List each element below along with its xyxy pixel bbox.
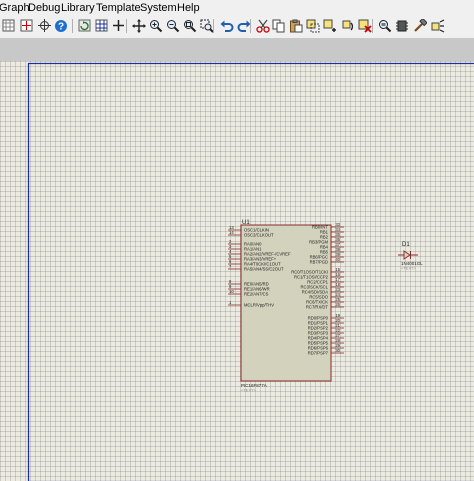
schematic-sheet[interactable]: U1PIC16F877A<TEXT>13OSC1/CLKIN14OSC2/CLK… (0, 61, 474, 481)
toolbar: ? (0, 16, 474, 39)
mcu-pin-label: RE2/AN7/CS (244, 292, 269, 297)
mcu-pin-label: MCLR/Vpp/THV (244, 303, 274, 308)
svg-text:?: ? (57, 21, 63, 32)
menu-template[interactable]: Template (96, 2, 141, 14)
zoom-in-icon[interactable] (148, 18, 163, 33)
menu-system[interactable]: System (140, 2, 177, 14)
crosshair-icon[interactable] (37, 18, 52, 33)
mcu-pin-label: RB7/PGD (310, 260, 328, 265)
block-delete-icon[interactable] (357, 18, 372, 33)
toolbar-separator (372, 19, 373, 33)
redo-icon[interactable] (236, 18, 251, 33)
copy-icon[interactable] (271, 18, 286, 33)
undo-icon[interactable] (219, 18, 234, 33)
packaging-tool-icon[interactable] (412, 18, 427, 33)
zoom-area-icon[interactable] (199, 18, 214, 33)
cut-icon[interactable] (255, 18, 270, 33)
mcu-pin-label: RD7/PSP7 (308, 351, 329, 356)
toolbar-separator (126, 19, 127, 33)
menu-debug[interactable]: Debug (28, 2, 60, 14)
mcu-pin-label: OSC2/CLKOUT (244, 233, 274, 238)
diode-reference[interactable]: D1 (402, 242, 410, 248)
refresh-icon[interactable] (77, 18, 92, 33)
schematic-workspace[interactable]: U1PIC16F877A<TEXT>13OSC1/CLKIN14OSC2/CLK… (0, 39, 474, 474)
diode-symbol[interactable] (404, 251, 410, 259)
origin-icon[interactable] (19, 18, 34, 33)
mcu-pin-number: 1 (229, 300, 232, 305)
make-device-icon[interactable] (394, 18, 409, 33)
pick-device-icon[interactable] (377, 18, 392, 33)
menu-library[interactable]: Library (61, 2, 95, 14)
mcu-pin-number: 14 (229, 230, 234, 235)
pan-icon[interactable] (131, 18, 146, 33)
mcu-pin-number: 26 (335, 302, 340, 307)
toolbar-separator (72, 19, 73, 33)
mcu-pin-number: 40 (335, 257, 340, 262)
grid-icon[interactable] (1, 18, 16, 33)
toolbar-separator (213, 19, 214, 33)
menu-bar: GraphDebugLibraryTemplateSystemHelp (0, 0, 474, 16)
menu-graph[interactable]: Graph (0, 2, 30, 14)
decompose-icon[interactable] (430, 18, 445, 33)
origin-toggle-icon[interactable] (111, 18, 126, 33)
zoom-all-icon[interactable] (182, 18, 197, 33)
mcu-pin-number: 10 (229, 289, 234, 294)
schematic-canvas[interactable]: U1PIC16F877A<TEXT>13OSC1/CLKIN14OSC2/CLK… (0, 61, 474, 481)
paste-icon[interactable] (288, 18, 303, 33)
mcu-text-placeholder: <TEXT> (241, 388, 257, 393)
block-rotate-icon[interactable] (340, 18, 355, 33)
mcu-pin-label: RC7/RX/DT (306, 305, 329, 310)
block-copy-icon[interactable] (305, 18, 320, 33)
diode-text-placeholder: <TEXT> (401, 266, 417, 271)
menu-help[interactable]: Help (177, 2, 200, 14)
mcu-reference[interactable]: U1 (242, 220, 250, 226)
mcu-pin-label: RA5/AN4/SS/C2OUT (244, 267, 284, 272)
help-icon[interactable]: ? (53, 18, 68, 33)
mcu-pin-number: 30 (335, 348, 340, 353)
grid-toggle-icon[interactable] (94, 18, 109, 33)
block-move-icon[interactable] (322, 18, 337, 33)
mcu-pin-number: 7 (229, 264, 232, 269)
toolbar-separator (250, 19, 251, 33)
zoom-out-icon[interactable] (165, 18, 180, 33)
